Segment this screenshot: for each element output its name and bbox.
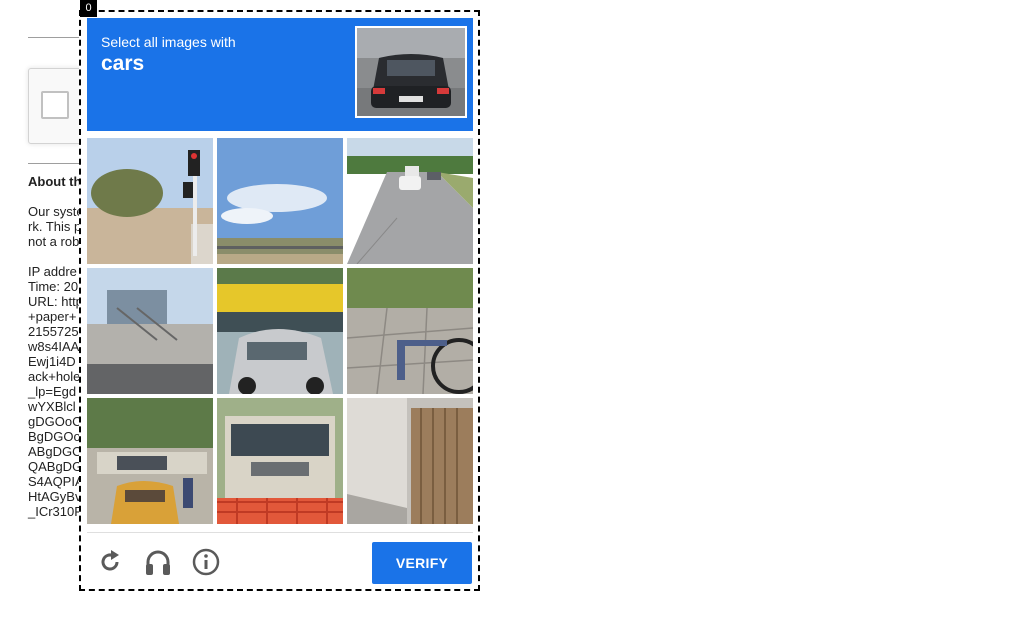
challenge-prompt: Select all images with xyxy=(101,34,236,50)
about-line: Our syste xyxy=(28,204,84,219)
detail-line: +paper+ xyxy=(28,309,77,324)
image-tile-8[interactable] xyxy=(217,398,343,524)
detail-line: _lp=Egd xyxy=(28,384,77,399)
about-line: not a rob xyxy=(28,234,80,249)
sample-car-image xyxy=(355,26,467,118)
detail-line: IP addre xyxy=(28,264,77,279)
reload-icon[interactable] xyxy=(95,547,125,577)
detail-line: gDGOoC xyxy=(28,414,82,429)
detail-line: wYXBlcl xyxy=(28,399,76,414)
detail-line: URL: http xyxy=(28,294,83,309)
detail-line: Time: 20 xyxy=(28,279,79,294)
image-tile-1[interactable] xyxy=(87,138,213,264)
info-icon[interactable] xyxy=(191,547,221,577)
captcha-challenge-dialog: Select all images with cars VERIFY xyxy=(87,18,473,584)
image-tile-5[interactable] xyxy=(217,268,343,394)
image-grid xyxy=(87,138,473,524)
challenge-target-object: cars xyxy=(101,52,145,75)
headphones-icon[interactable] xyxy=(143,547,173,577)
verify-button[interactable]: VERIFY xyxy=(372,542,472,584)
challenge-footer: VERIFY xyxy=(87,532,473,585)
detail-line: Ewj1i4D xyxy=(28,354,76,369)
image-tile-6[interactable] xyxy=(347,268,473,394)
detail-line: QABgDG xyxy=(28,459,83,474)
image-tile-4[interactable] xyxy=(87,268,213,394)
detail-line: ack+hole xyxy=(28,369,81,384)
image-tile-7[interactable] xyxy=(87,398,213,524)
about-line: rk. This p xyxy=(28,219,82,234)
detail-line: 2155725 xyxy=(28,324,79,339)
detail-line: HtAGyBv xyxy=(28,489,82,504)
detail-line: S4AQPIA xyxy=(28,474,84,489)
detail-line: BgDGOo xyxy=(28,429,81,444)
challenge-banner: Select all images with cars xyxy=(87,18,473,131)
detail-line: w8s4IAA xyxy=(28,339,80,354)
element-index-badge: 0 xyxy=(80,0,97,17)
image-tile-9[interactable] xyxy=(347,398,473,524)
not-robot-checkbox[interactable] xyxy=(41,91,69,119)
image-tile-2[interactable] xyxy=(217,138,343,264)
detail-line: _ICr310F xyxy=(28,504,83,519)
image-tile-3[interactable] xyxy=(347,138,473,264)
detail-line: ABgDGO xyxy=(28,444,83,459)
